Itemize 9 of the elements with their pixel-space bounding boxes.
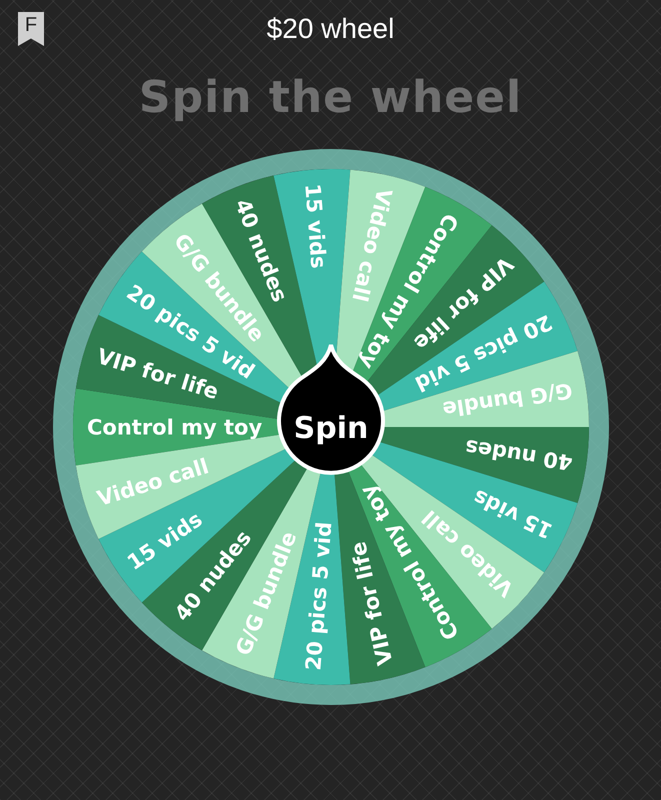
segment-label: G/G bundle — [440, 378, 574, 422]
segment-label: 15 vids — [468, 484, 556, 544]
app-badge: F — [18, 12, 44, 46]
segment-label: 20 pics 5 vid — [300, 521, 336, 672]
page-title: $20 wheel — [266, 13, 396, 45]
segment-label: Control my toy — [86, 416, 262, 440]
segment-label: 15 vids — [300, 182, 330, 270]
wheel-heading: Spin the wheel — [138, 72, 522, 123]
segment-label: 40 nudes — [463, 434, 574, 475]
